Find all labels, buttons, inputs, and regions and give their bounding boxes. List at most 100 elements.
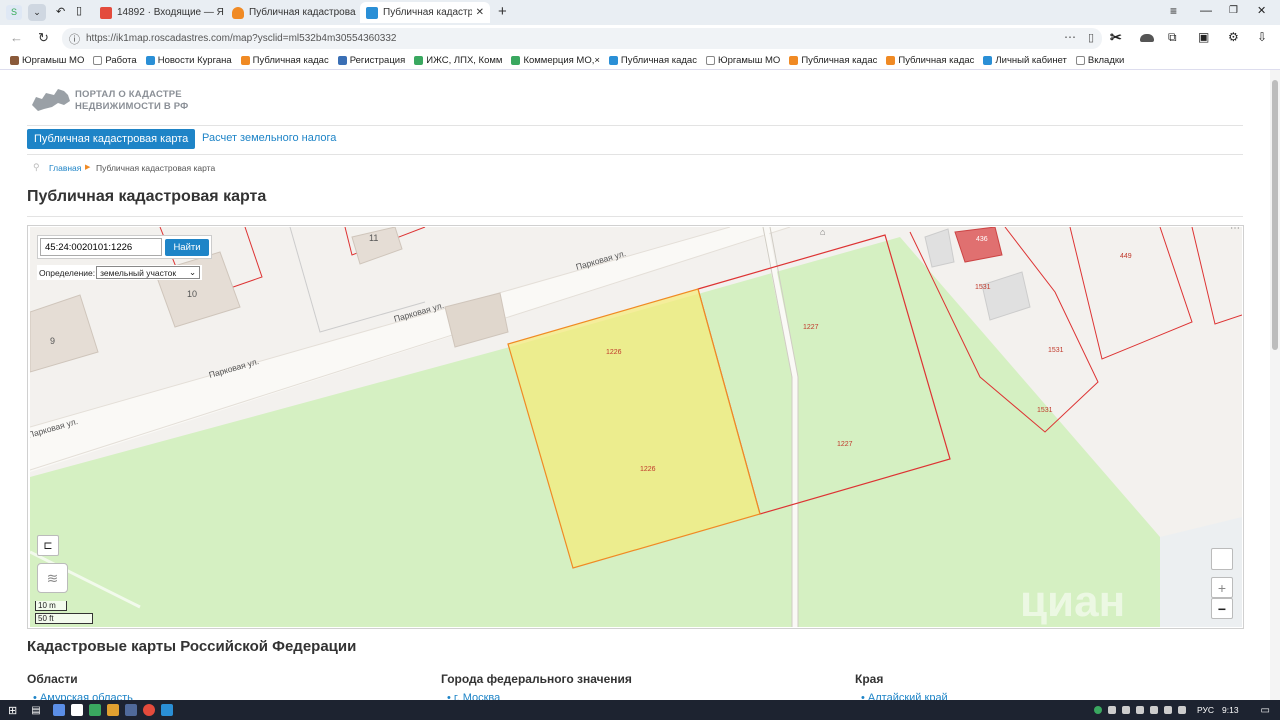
bookmark-icon	[93, 56, 103, 65]
bookmark-item[interactable]: Работа	[93, 55, 137, 66]
parcel-label[interactable]: 436	[976, 236, 988, 243]
sync-icon[interactable]: ⚙	[1228, 30, 1239, 44]
notifications-icon[interactable]: ▭	[1261, 705, 1270, 716]
more-icon[interactable]: ⋯	[1064, 30, 1076, 44]
green-app-icon[interactable]	[88, 704, 101, 716]
chrome-icon[interactable]	[142, 704, 155, 716]
find-button[interactable]: Найти	[165, 238, 209, 256]
extensions-icon[interactable]: ⧉	[1168, 30, 1177, 45]
fullscreen-button[interactable]	[1211, 548, 1233, 570]
nav-land-tax[interactable]: Расчет земельного налога	[202, 132, 336, 144]
collections-icon[interactable]: ▣	[1198, 30, 1209, 44]
language-indicator[interactable]: РУС	[1197, 705, 1214, 715]
notes-icon[interactable]	[70, 704, 83, 716]
bookmark-item[interactable]: Вкладки	[1075, 55, 1124, 66]
region-link[interactable]: • г. Москва	[447, 692, 500, 700]
zoom-in-button[interactable]: +	[1211, 577, 1233, 598]
tab-cadastre-active[interactable]: Публичная кадастров: ✕	[360, 2, 490, 23]
breadcrumb-current: Публичная кадастровая карта	[96, 163, 216, 173]
back-arrow-icon[interactable]: ↶	[56, 5, 65, 18]
network-icon[interactable]	[1163, 706, 1172, 714]
parcel-label[interactable]: 1531	[975, 284, 991, 291]
bookmark-item[interactable]: Личный кабинет	[983, 55, 1067, 66]
site-info-icon[interactable]: ⓘ	[69, 31, 80, 47]
bookmark-item[interactable]: Регистрация	[337, 55, 406, 66]
breadcrumb-home[interactable]: Главная	[49, 163, 81, 173]
clock[interactable]: 9:13	[1222, 705, 1239, 715]
region-link[interactable]: • Амурская область	[33, 692, 133, 700]
parcel-label[interactable]: 449	[1120, 253, 1132, 260]
select-area-button[interactable]: ⊏	[37, 535, 59, 556]
menu-icon[interactable]: ≡	[1170, 4, 1177, 18]
os-taskbar: ⊞ ▤ РУС 9:13 ▭	[0, 700, 1280, 720]
bookmark-item[interactable]: Публичная кадас	[886, 55, 974, 66]
region-link-text: г. Москва	[453, 692, 501, 700]
parcel-label[interactable]: 1531	[1048, 347, 1064, 354]
hat-icon[interactable]	[1140, 34, 1154, 42]
bookmark-item[interactable]: Новости Кургана	[145, 55, 232, 66]
bookmark-icon	[414, 56, 424, 65]
browser-profile-icon[interactable]: S	[6, 5, 22, 20]
zoom-out-button[interactable]: −	[1211, 598, 1233, 619]
page-icon[interactable]: ▯	[76, 4, 82, 17]
volume-icon[interactable]	[1177, 706, 1186, 714]
crop-icon: ⊏	[43, 540, 53, 552]
region-link[interactable]: • Алтайский край	[861, 692, 948, 700]
bookmark-icon[interactable]: ▯	[1088, 31, 1094, 44]
tray-icon[interactable]	[1135, 706, 1144, 714]
page-scrollbar[interactable]	[1270, 70, 1280, 700]
bookmark-item[interactable]: Публичная кадас	[608, 55, 697, 66]
bookmark-item[interactable]: Публичная кадас	[240, 55, 329, 66]
close-window-icon[interactable]: ✕	[1257, 4, 1266, 17]
tools-icon[interactable]: ✂	[1110, 29, 1122, 46]
tab-mail[interactable]: 14892 · Входящие — Янде	[94, 2, 224, 23]
bookmark-item[interactable]: Юргамыш МО	[10, 55, 84, 66]
definition-select[interactable]: земельный участок ⌄	[96, 266, 201, 279]
map-canvas[interactable]	[30, 227, 1242, 627]
calc-icon[interactable]	[160, 704, 173, 716]
tab-cadastre-1[interactable]: Публичная кадастровая	[226, 2, 356, 23]
bookmark-icon	[789, 56, 799, 65]
bookmark-item[interactable]: Публичная кадас	[789, 55, 877, 66]
folder-icon[interactable]	[106, 704, 119, 716]
parcel-label[interactable]: 1226	[640, 466, 656, 473]
logo-line-1: ПОРТАЛ О КАДАСТРЕ	[75, 89, 182, 100]
map-icon	[366, 6, 378, 19]
scrollbar-thumb[interactable]	[1272, 80, 1278, 350]
back-icon[interactable]: ←	[10, 30, 23, 45]
task-view-icon[interactable]: ▤	[31, 705, 40, 716]
url-field[interactable]: ⓘ https://ik1map.roscadastres.com/map?ys…	[62, 28, 1102, 49]
bookmark-item[interactable]: Юргамыш МО	[705, 55, 780, 66]
more-dots-icon[interactable]: ⋯	[1230, 227, 1240, 234]
tray-icon[interactable]	[1149, 706, 1158, 714]
tray-icon[interactable]	[1121, 706, 1130, 714]
nav-cadastral-map[interactable]: Публичная кадастровая карта	[27, 129, 196, 149]
cadastral-number-input[interactable]	[40, 238, 162, 256]
site-logo[interactable]: ПОРТАЛ О КАДАСТРЕ НЕДВИЖИМОСТИ В РФ	[75, 89, 189, 113]
restore-icon[interactable]: ❐	[1229, 5, 1238, 16]
new-tab-icon[interactable]: +	[498, 3, 507, 20]
reload-icon[interactable]: ↻	[38, 30, 49, 46]
bookmark-label: Регистрация	[349, 55, 406, 66]
parcel-label[interactable]: 1227	[837, 441, 853, 448]
tab-list-icon[interactable]: ⌄	[28, 4, 46, 21]
parcel-label[interactable]: 1531	[1037, 407, 1053, 414]
parcel-label[interactable]: 1226	[606, 349, 622, 356]
windows-start-icon[interactable]: ⊞	[8, 704, 17, 717]
cadastral-map[interactable]: Парковая ул. Парковая ул. Парковая ул. П…	[30, 227, 1242, 627]
divider	[27, 125, 1243, 126]
building	[444, 292, 509, 348]
app-icon[interactable]	[52, 704, 65, 716]
watermark: циан	[1020, 577, 1126, 626]
bookmark-item[interactable]: ИЖС, ЛПХ, Комм	[414, 55, 502, 66]
minimize-icon[interactable]: —	[1200, 3, 1212, 17]
yandex-browser-icon[interactable]	[124, 704, 137, 716]
close-tab-icon[interactable]: ✕	[476, 7, 484, 18]
bookmark-item[interactable]: Коммерция МО,×	[511, 55, 600, 66]
trash-icon[interactable]: ⌂	[820, 227, 825, 237]
parcel-label[interactable]: 1227	[803, 324, 819, 331]
tray-icon[interactable]	[1093, 706, 1102, 714]
layers-button[interactable]: ≋	[37, 563, 68, 593]
downloads-icon[interactable]: ⇩	[1257, 30, 1267, 44]
tray-icon[interactable]	[1107, 706, 1116, 714]
